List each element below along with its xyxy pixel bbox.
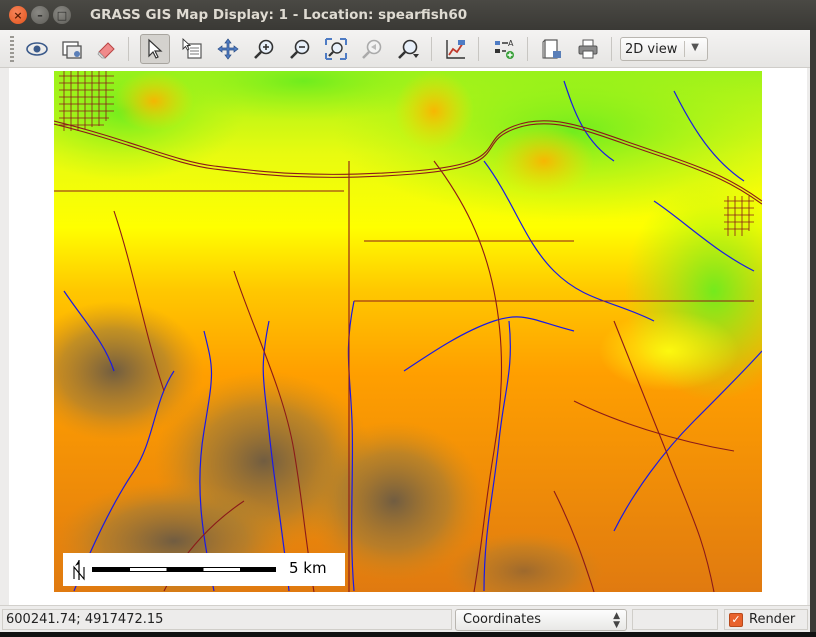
zoom-back-icon bbox=[362, 39, 382, 59]
scale-label: 5 km bbox=[289, 559, 327, 577]
print-icon bbox=[578, 39, 598, 59]
toolbar-grip[interactable] bbox=[10, 36, 14, 62]
pointer-button[interactable] bbox=[140, 34, 170, 64]
title-bar: × – □ GRASS GIS Map Display: 1 - Locatio… bbox=[0, 0, 816, 30]
map-raster bbox=[54, 71, 762, 592]
chevron-down-icon: ▼ bbox=[691, 42, 699, 53]
window-edge bbox=[810, 30, 816, 637]
desktop-background bbox=[0, 632, 816, 637]
overlay-button[interactable]: A bbox=[489, 34, 519, 64]
elevation-map[interactable]: 5 km bbox=[54, 71, 762, 592]
zoom-out-icon bbox=[290, 39, 310, 59]
view-mode-value: 2D view bbox=[625, 41, 678, 57]
analyze-icon bbox=[446, 40, 465, 59]
toolbar-separator bbox=[478, 37, 479, 61]
scale-bar[interactable]: 5 km bbox=[63, 553, 345, 586]
save-image-button[interactable] bbox=[537, 34, 567, 64]
maximize-button[interactable]: □ bbox=[53, 6, 71, 24]
toolbar-separator bbox=[128, 37, 129, 61]
map-canvas[interactable]: 5 km bbox=[9, 68, 807, 605]
display-map-button[interactable] bbox=[22, 34, 52, 64]
minimize-button[interactable]: – bbox=[31, 6, 49, 24]
updown-arrow-icon: ▲ ▼ bbox=[613, 611, 620, 630]
statusbar-mode-select[interactable]: Coordinates ▲ ▼ bbox=[455, 609, 627, 631]
zoom-back-button[interactable] bbox=[357, 34, 387, 64]
coordinates-readout: 600241.74; 4917472.15 bbox=[2, 609, 452, 630]
zoom-extent-icon bbox=[325, 38, 347, 60]
zoom-in-icon bbox=[254, 39, 274, 59]
render-toggle[interactable]: ✓ Render bbox=[724, 609, 808, 630]
pan-button[interactable] bbox=[213, 34, 243, 64]
map-display-window: A 2D view ▼ 5 km 600241.74; 4917472.15 C… bbox=[0, 30, 810, 637]
toolbar-separator bbox=[431, 37, 432, 61]
north-arrow-icon bbox=[73, 560, 85, 581]
overlay-icon: A bbox=[495, 39, 514, 59]
view-mode-select[interactable]: 2D view ▼ bbox=[620, 37, 708, 61]
statusbar-mode-value: Coordinates bbox=[463, 612, 542, 627]
query-icon bbox=[182, 37, 202, 59]
close-button[interactable]: × bbox=[9, 6, 27, 24]
zoom-in-button[interactable] bbox=[249, 34, 279, 64]
svg-text:A: A bbox=[508, 39, 514, 48]
zoom-menu-icon bbox=[398, 39, 419, 59]
erase-display-button[interactable] bbox=[92, 34, 122, 64]
zoom-extent-button[interactable] bbox=[321, 34, 351, 64]
scale-bar-graphic bbox=[92, 567, 276, 572]
zoom-out-button[interactable] bbox=[285, 34, 315, 64]
toolbar-separator bbox=[611, 37, 612, 61]
toolbar: A 2D view ▼ bbox=[0, 30, 810, 68]
toolbar-separator bbox=[527, 37, 528, 61]
pointer-icon bbox=[148, 38, 163, 59]
render-map-button[interactable] bbox=[57, 34, 87, 64]
save-image-icon bbox=[542, 39, 561, 59]
render-label: Render bbox=[749, 612, 796, 627]
statusbar-field bbox=[632, 609, 718, 630]
print-button[interactable] bbox=[573, 34, 603, 64]
zoom-menu-button[interactable] bbox=[393, 34, 423, 64]
query-button[interactable] bbox=[177, 34, 207, 64]
display-map-icon bbox=[26, 42, 48, 56]
render-map-icon bbox=[62, 41, 82, 59]
analyze-button[interactable] bbox=[441, 34, 471, 64]
status-bar: 600241.74; 4917472.15 Coordinates ▲ ▼ ✓ R… bbox=[0, 605, 810, 632]
window-title: GRASS GIS Map Display: 1 - Location: spe… bbox=[90, 7, 468, 23]
select-divider bbox=[684, 41, 685, 57]
pan-icon bbox=[217, 38, 239, 60]
erase-display-icon bbox=[97, 42, 115, 59]
render-checkbox[interactable]: ✓ bbox=[729, 612, 743, 627]
